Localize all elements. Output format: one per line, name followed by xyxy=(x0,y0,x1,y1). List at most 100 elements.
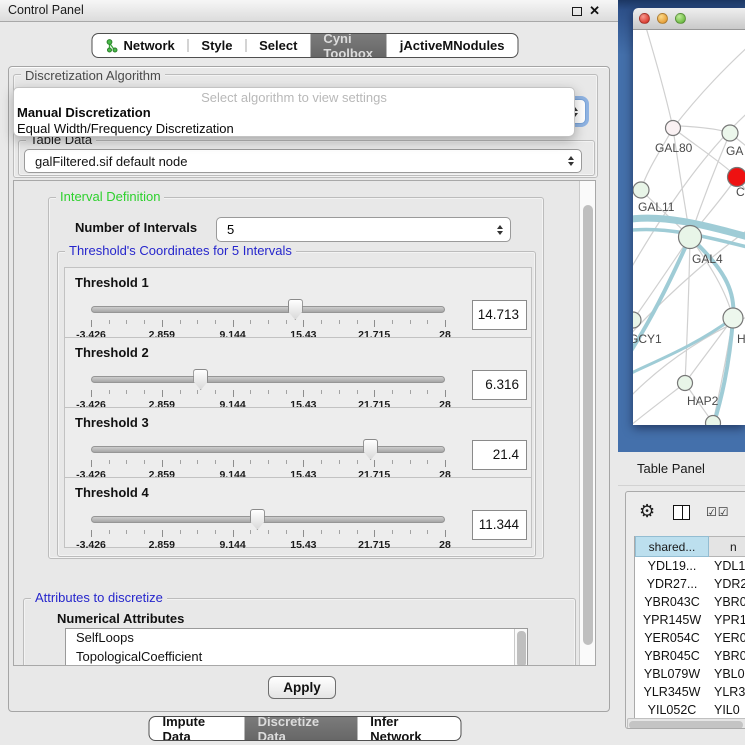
network-node-label: GA xyxy=(726,144,743,158)
threshold-slider-knob[interactable] xyxy=(288,299,303,320)
network-node-label: C xyxy=(736,185,745,199)
threshold-value-field[interactable]: 11.344 xyxy=(472,510,527,540)
network-edge[interactable] xyxy=(633,383,685,425)
discretization-algorithm-title: Discretization Algorithm xyxy=(21,69,165,83)
columns-icon[interactable] xyxy=(673,505,690,520)
tab-jactivemnodules[interactable]: jActiveMNodules xyxy=(387,34,518,57)
minimize-window-icon[interactable] xyxy=(657,13,668,24)
threshold-slider-knob[interactable] xyxy=(363,439,378,460)
tab-infer-network[interactable]: Infer Network xyxy=(357,717,460,740)
number-of-intervals-spinner[interactable]: 5 xyxy=(216,217,511,242)
zoom-window-icon[interactable] xyxy=(675,13,686,24)
threshold-slider-track[interactable] xyxy=(91,306,445,313)
network-node[interactable] xyxy=(666,121,681,136)
cell-name: YER0 xyxy=(709,629,745,647)
column-header-name[interactable]: n xyxy=(709,536,745,557)
bottom-tab-bar: Impute Data Discretize Data Infer Network xyxy=(149,716,462,741)
dropdown-option-manual-discretization[interactable]: Manual Discretization xyxy=(14,105,574,121)
table-row[interactable]: YLR345WYLR3 xyxy=(635,683,745,701)
attribute-item-topologicalcoefficient[interactable]: TopologicalCoefficient xyxy=(66,648,527,667)
algorithm-dropdown: Select algorithm to view settings Manual… xyxy=(13,87,575,137)
app-root: Control Panel ✕ NetworkStyleSelectCyni T… xyxy=(0,0,745,745)
network-node[interactable] xyxy=(722,125,738,141)
dropdown-option-equal-width-frequency-discretization[interactable]: Equal Width/Frequency Discretization xyxy=(14,121,574,137)
close-window-icon[interactable] xyxy=(639,13,650,24)
network-edge[interactable] xyxy=(685,237,690,383)
threshold-label: Threshold 1 xyxy=(75,275,149,290)
network-node-label: GAL4 xyxy=(692,252,723,266)
apply-button[interactable]: Apply xyxy=(268,676,336,699)
slider-ticks xyxy=(65,460,531,468)
network-edge[interactable] xyxy=(680,126,723,131)
slider-ticks xyxy=(65,530,531,538)
attributes-scrollbar[interactable] xyxy=(514,629,527,666)
settings-scrollbar[interactable] xyxy=(579,181,595,665)
table-row[interactable]: YBR045CYBR0 xyxy=(635,647,745,665)
settings-scroll-pane: Interval Definition Number of Intervals … xyxy=(13,180,596,666)
network-edge[interactable] xyxy=(673,42,745,128)
combo-arrows-icon xyxy=(568,156,574,166)
table-row[interactable]: YDR27...YDR2 xyxy=(635,575,745,593)
cell-shared-name: YBL079W xyxy=(635,665,709,683)
cell-shared-name: YDL19... xyxy=(635,557,709,575)
column-header-shared-name[interactable]: shared... xyxy=(635,536,709,557)
cell-name: YBR0 xyxy=(709,593,745,611)
threshold-slider-track[interactable] xyxy=(91,446,445,453)
network-node[interactable] xyxy=(679,226,702,249)
tab-network[interactable]: Network xyxy=(92,34,187,57)
network-window-titlebar[interactable] xyxy=(633,8,745,30)
network-node[interactable] xyxy=(706,416,721,426)
network-edge[interactable] xyxy=(641,128,673,190)
table-data-combobox[interactable]: galFiltered.sif default node xyxy=(24,149,582,173)
cell-shared-name: YBR043C xyxy=(635,593,709,611)
slider-tick-labels: -3.4262.8599.14415.4321.71528 xyxy=(65,539,531,551)
table-row[interactable]: YBL079WYBL0 xyxy=(635,665,745,683)
tab-style[interactable]: Style xyxy=(188,34,245,57)
cell-name: YPR1 xyxy=(709,611,745,629)
attribute-item-selfloops[interactable]: SelfLoops xyxy=(66,629,527,648)
threshold-slider-knob[interactable] xyxy=(250,509,265,530)
network-node[interactable] xyxy=(728,168,745,187)
node-table[interactable]: shared... n YDL19...YDL1YDR27...YDR2YBR0… xyxy=(634,536,745,726)
network-canvas[interactable]: GAL80GACGAL11GAL4GCY1HHAP2 xyxy=(633,30,745,425)
table-hscrollbar[interactable] xyxy=(627,718,745,729)
gear-icon[interactable]: ⚙ xyxy=(639,501,655,522)
tab-label: jActiveMNodules xyxy=(400,38,505,53)
threshold-value-field[interactable]: 14.713 xyxy=(472,300,527,330)
top-tab-bar: Network Style Select Cyni Toolbox jActiveMNo… xyxy=(91,33,518,58)
tab-label: Discretize Data xyxy=(258,716,345,741)
select-columns-icon[interactable]: ☑☑ xyxy=(706,505,730,519)
tab-impute-data[interactable]: Impute Data xyxy=(150,717,245,740)
table-row[interactable]: YER054CYER0 xyxy=(635,629,745,647)
threshold-value-field[interactable]: 6.316 xyxy=(472,370,527,400)
close-panel-icon[interactable]: ✕ xyxy=(589,6,600,16)
threshold-panel: Threshold 3 -3.4262.8599.14415.4321.7152… xyxy=(64,407,532,478)
threshold-slider-track[interactable] xyxy=(91,516,445,523)
table-row[interactable]: YIL052CYIL0 xyxy=(635,701,745,719)
network-node[interactable] xyxy=(633,312,641,328)
table-row[interactable]: YPR145WYPR1 xyxy=(635,611,745,629)
tab-label: Network xyxy=(123,38,174,53)
network-edge[interactable] xyxy=(645,30,673,128)
threshold-list: Threshold 1 -3.4262.8599.14415.4321.7152… xyxy=(64,268,532,548)
network-node[interactable] xyxy=(633,182,649,198)
network-edge-highlighted[interactable] xyxy=(633,318,733,376)
numerical-attributes-list[interactable]: SelfLoopsTopologicalCoefficientBetweenne… xyxy=(65,628,528,666)
tab-label: Cyni Toolbox xyxy=(323,33,373,58)
table-header-row: shared... n xyxy=(635,536,745,557)
tab-cyni-toolbox[interactable]: Cyni Toolbox xyxy=(310,34,386,57)
tab-label: Style xyxy=(201,38,232,53)
tab-select[interactable]: Select xyxy=(246,34,310,57)
threshold-slider-knob[interactable] xyxy=(193,369,208,390)
tab-discretize-data[interactable]: Discretize Data xyxy=(245,717,358,740)
table-data-value: galFiltered.sif default node xyxy=(35,150,187,173)
table-row[interactable]: YDL19...YDL1 xyxy=(635,557,745,575)
float-panel-icon[interactable] xyxy=(572,7,582,16)
network-node[interactable] xyxy=(723,308,743,328)
threshold-value-field[interactable]: 21.4 xyxy=(472,440,527,470)
network-frame: GAL80GACGAL11GAL4GCY1HHAP2 xyxy=(618,0,745,452)
table-row[interactable]: YBR043CYBR0 xyxy=(635,593,745,611)
threshold-label: Threshold 2 xyxy=(75,345,149,360)
network-node[interactable] xyxy=(678,376,693,391)
threshold-slider-track[interactable] xyxy=(91,376,445,383)
